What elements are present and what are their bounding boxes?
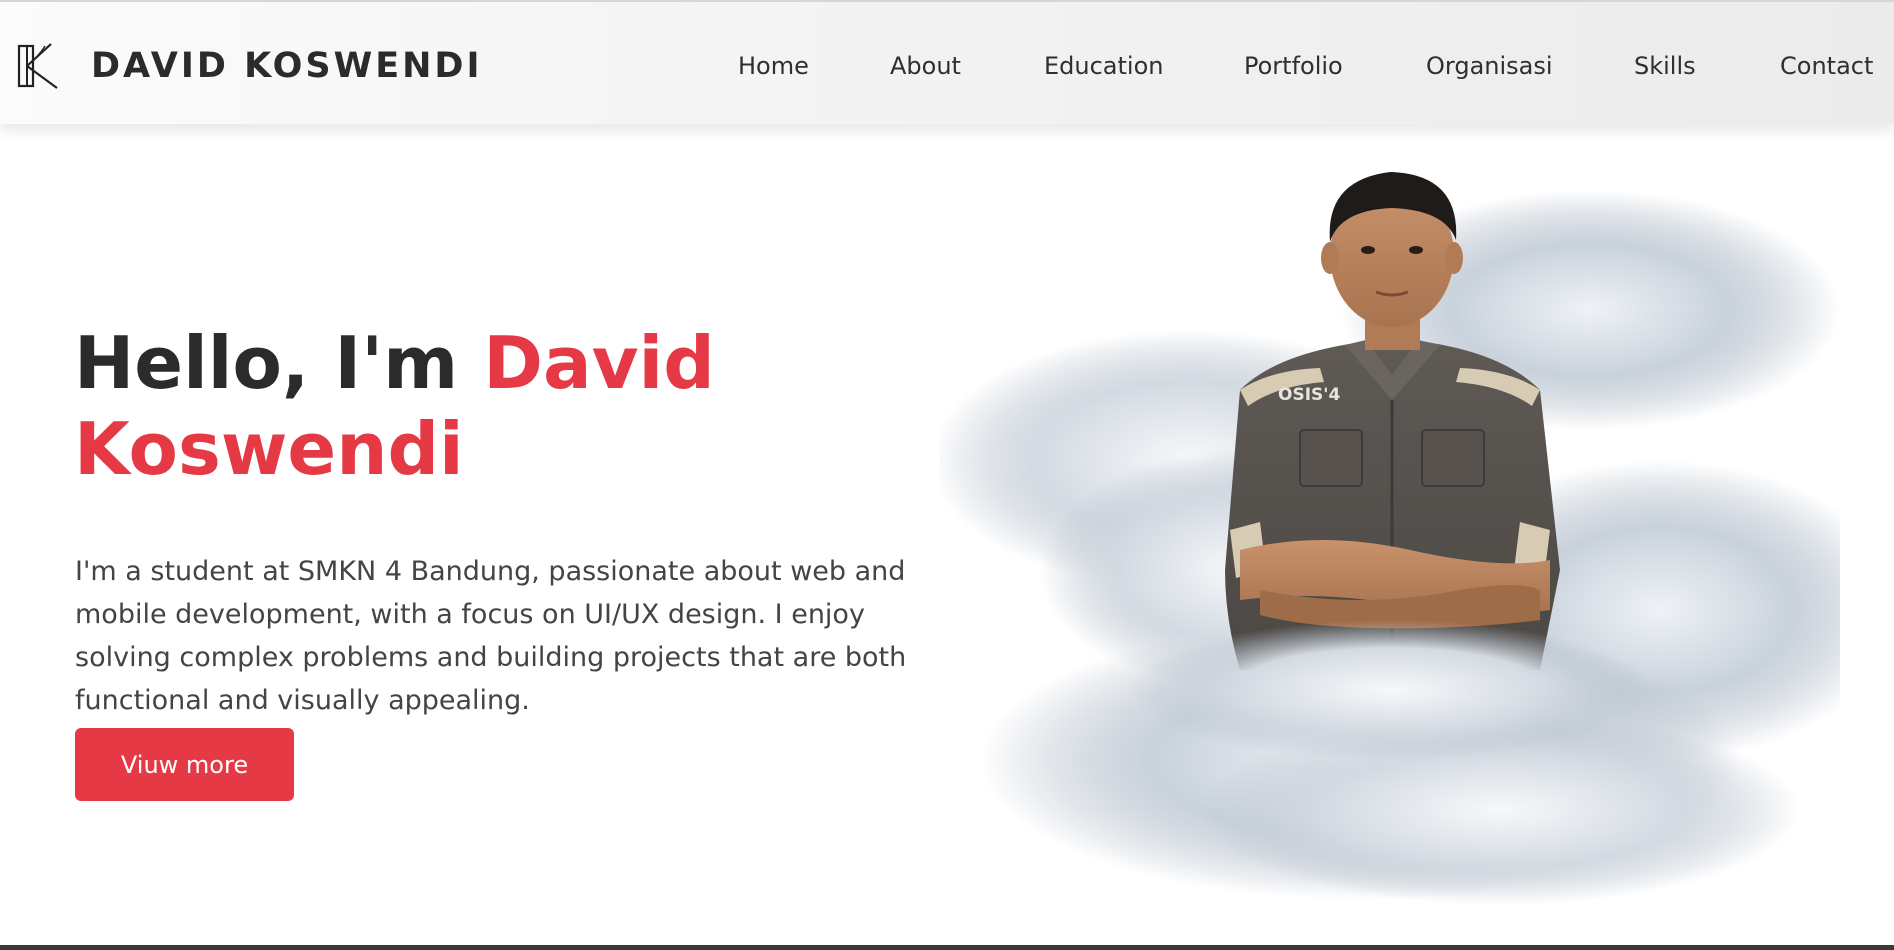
main-nav: Home About Education Portfolio Organisas… [0,52,1894,86]
nav-education[interactable]: Education [1044,52,1163,80]
lower-mist [1130,620,1650,760]
hero-name-first: David [483,321,715,405]
nav-organisasi[interactable]: Organisasi [1426,52,1553,80]
page-bottom-border [0,945,1894,950]
nav-portfolio[interactable]: Portfolio [1244,52,1343,80]
navbar: DAVID KOSWENDI Home About Education Port… [0,0,1894,124]
hero-greeting: Hello, I'm [74,321,459,405]
hero-title: Hello, I'm David Koswendi [74,320,974,492]
hero-description: I'm a student at SMKN 4 Bandung, passion… [75,556,907,716]
hero-name-last: Koswendi [74,407,464,491]
nav-contact[interactable]: Contact [1780,52,1873,80]
shirt-badge-text: OSIS'4 [1278,385,1340,405]
nav-skills[interactable]: Skills [1634,52,1696,80]
profile-portrait: OSIS'4 [940,172,1840,905]
nav-home[interactable]: Home [738,52,809,80]
view-more-button[interactable]: Viuw more [75,728,294,801]
nav-about[interactable]: About [890,52,961,80]
